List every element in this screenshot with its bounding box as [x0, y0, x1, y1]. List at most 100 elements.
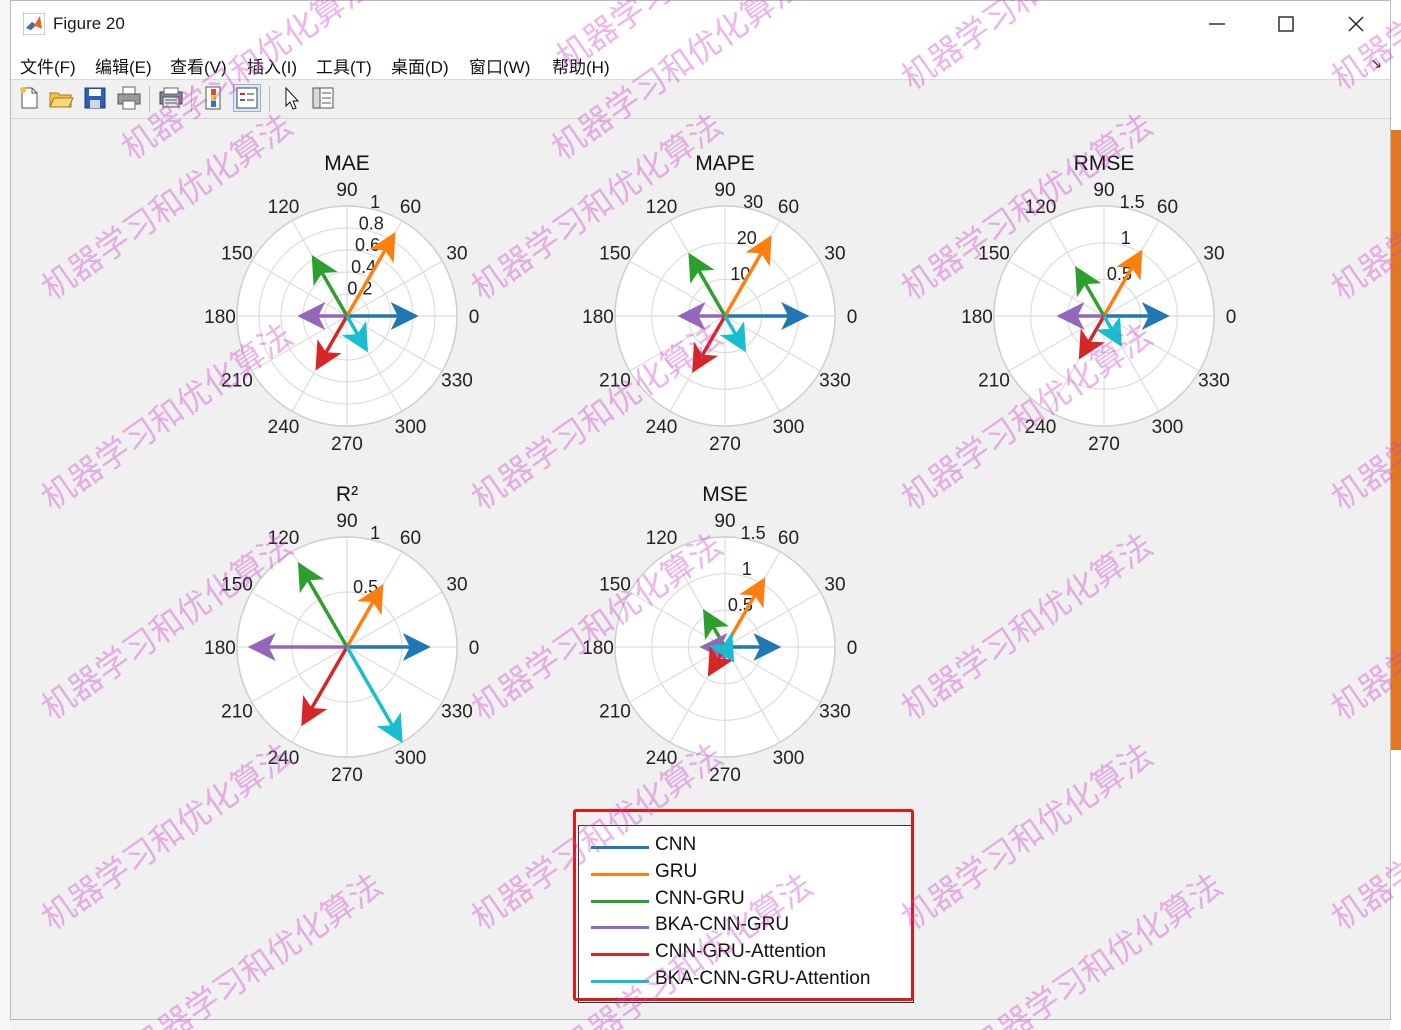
theta-tick-label: 210 — [221, 371, 253, 392]
theta-tick-label: 150 — [221, 575, 253, 596]
theta-tick-label: 60 — [400, 528, 421, 549]
print-button[interactable] — [115, 84, 143, 112]
theta-tick-label: 300 — [1152, 417, 1184, 438]
theta-tick-label: 60 — [400, 197, 421, 218]
compass-plot-4: 0306090120150180210240 3002703300.511.5MS… — [582, 483, 857, 786]
theta-tick-label: 210 — [599, 371, 631, 392]
compass-plot-0: 0306090120150180210240 3002703300.20.40.6… — [204, 152, 479, 455]
dock-arrow-icon[interactable]: ↘ — [1370, 55, 1382, 72]
menu-file[interactable]: 文件(F) — [20, 53, 76, 78]
theta-tick-label: 120 — [1025, 197, 1057, 218]
theta-tick-label: 0 — [847, 638, 858, 659]
maximize-button[interactable] — [1252, 1, 1320, 47]
theta-tick-label: 120 — [646, 197, 678, 218]
theta-tick-label: 60 — [778, 528, 799, 549]
theta-tick-label: 120 — [268, 528, 300, 549]
print-icon — [117, 86, 141, 110]
close-button[interactable] — [1322, 1, 1390, 47]
rtick-label: 1 — [742, 559, 752, 579]
menu-bar: 文件(F) 编辑(E) 查看(V) 插入(I) 工具(T) 桌面(D) 窗口(W… — [11, 47, 1390, 80]
menu-help[interactable]: 帮助(H) — [552, 53, 610, 78]
figure-toolbar — [11, 80, 1390, 119]
insert-legend-button[interactable] — [233, 84, 261, 112]
theta-tick-label: 330 — [819, 371, 851, 392]
compass-plots: 0306090120150180210240 3002703300.20.40.6… — [204, 152, 1236, 786]
theta-tick-label: 270 — [709, 434, 741, 455]
menu-view[interactable]: 查看(V) — [170, 53, 227, 78]
theta-tick-label: 240 — [646, 748, 678, 769]
menu-tools[interactable]: 工具(T) — [316, 53, 372, 78]
close-icon — [1348, 16, 1364, 32]
background-window-edge — [1391, 130, 1401, 750]
theta-tick-label: 270 — [709, 765, 741, 786]
plot-title: MAE — [324, 152, 370, 175]
save-icon — [84, 87, 106, 109]
rtick-label: 0.8 — [359, 213, 384, 233]
theta-tick-label: 330 — [1198, 371, 1230, 392]
theta-tick-label: 120 — [268, 197, 300, 218]
rtick-label: 30 — [743, 192, 763, 212]
rtick-label: 1 — [1121, 228, 1131, 248]
theta-tick-label: 240 — [646, 417, 678, 438]
insert-colorbar-icon — [205, 86, 221, 110]
compass-plot-3: 0 30 60 90 120 150 180 210 240 300 270 330 0.5 1 R² — [204, 483, 479, 786]
property-inspector-icon — [312, 87, 334, 109]
theta-tick-label: 0 — [1226, 307, 1237, 328]
open-button[interactable] — [47, 84, 75, 112]
theta-tick-label: 150 — [599, 575, 631, 596]
theta-tick-label: 60 — [1157, 197, 1178, 218]
rtick-label: 1 — [370, 192, 380, 212]
theta-tick-label: 180 — [582, 638, 614, 659]
toolbar-separator — [191, 86, 192, 112]
theta-tick-label: 90 — [336, 180, 357, 201]
theta-tick-label: 210 — [221, 702, 253, 723]
minimize-button[interactable] — [1183, 1, 1251, 47]
theta-tick-label: 270 — [1088, 434, 1120, 455]
theta-tick-label: 210 — [978, 371, 1010, 392]
rtick-label: 0.6 — [355, 235, 380, 255]
menu-window[interactable]: 窗口(W) — [469, 53, 530, 78]
theta-tick-label: 90 — [714, 511, 735, 532]
new-figure-button[interactable] — [15, 84, 43, 112]
theta-tick-label: 270 — [331, 765, 363, 786]
theta-tick-label: 330 — [441, 371, 473, 392]
theta-tick-label: 90 — [714, 180, 735, 201]
theta-tick-label: 150 — [978, 244, 1010, 265]
theta-tick-label: 150 — [599, 244, 631, 265]
open-icon — [49, 92, 74, 108]
rtick-label: 1.5 — [741, 523, 766, 543]
theta-tick-label: 0 — [847, 307, 858, 328]
theta-tick-label: 90 — [336, 511, 357, 532]
theta-tick-label: 30 — [446, 575, 467, 596]
rtick-label: 20 — [737, 228, 757, 248]
insert-legend-icon — [236, 87, 258, 109]
compass-plot-2: 0306090120150180210240 3002703300.511.5RM… — [961, 152, 1236, 455]
rtick-label: 1 — [370, 523, 380, 543]
plot-title: MAPE — [695, 152, 755, 175]
theta-tick-label: 180 — [204, 307, 236, 328]
menu-desktop[interactable]: 桌面(D) — [391, 53, 449, 78]
theta-tick-label: 30 — [824, 244, 845, 265]
theta-tick-label: 210 — [599, 702, 631, 723]
theta-tick-label: 90 — [1093, 180, 1114, 201]
insert-colorbar-button[interactable] — [201, 84, 229, 112]
theta-tick-label: 240 — [1025, 417, 1057, 438]
edit-plot-button[interactable] — [277, 84, 305, 112]
theta-tick-label: 60 — [778, 197, 799, 218]
theta-tick-label: 120 — [646, 528, 678, 549]
toolbar-separator — [149, 86, 150, 112]
minimize-icon — [1209, 23, 1225, 25]
theta-tick-label: 300 — [773, 417, 805, 438]
menu-edit[interactable]: 编辑(E) — [95, 53, 152, 78]
figure-window: Figure 20 文件(F) 编辑(E) 查看(V) 插入(I) 工具(T) … — [10, 0, 1391, 1020]
print-preview-button[interactable] — [157, 84, 185, 112]
figure-canvas: 0 30 60 90 120 150 180 210 240 300 270 330 0.2 0.4 0.6… — [11, 119, 1392, 1019]
save-button[interactable] — [81, 84, 109, 112]
maximize-icon — [1278, 16, 1294, 32]
theta-tick-label: 300 — [395, 748, 427, 769]
theta-tick-label: 270 — [331, 434, 363, 455]
menu-insert[interactable]: 插入(I) — [247, 53, 297, 78]
compass-plot-1: 0306090120150180210240 300270330102030MAP… — [582, 152, 857, 455]
toolbar-separator — [269, 86, 270, 112]
property-inspector-button[interactable] — [309, 84, 337, 112]
